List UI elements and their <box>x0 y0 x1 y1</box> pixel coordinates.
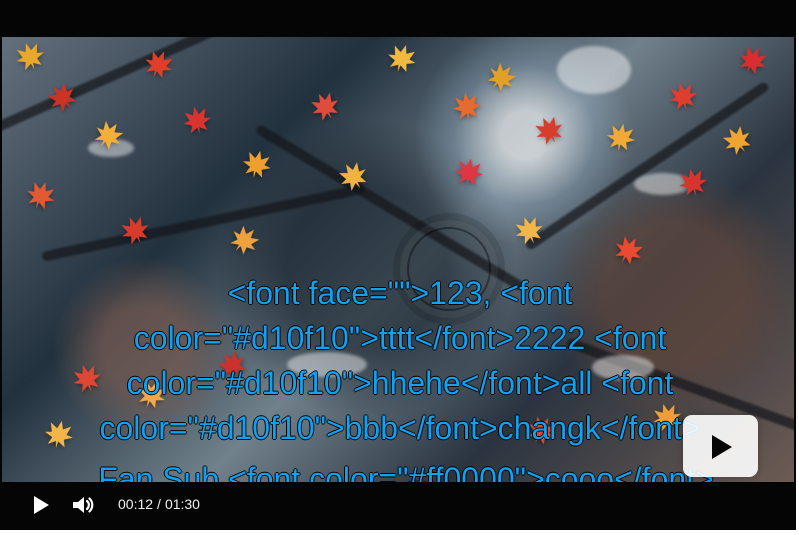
maple-leaf-icon <box>383 39 420 76</box>
background-branch <box>524 80 771 252</box>
maple-leaf-icon <box>41 76 83 118</box>
volume-button[interactable] <box>64 487 100 523</box>
maple-leaf-icon <box>510 211 548 249</box>
subtitle-main: <font face="">123, <font color="#d10f10"… <box>99 275 701 446</box>
play-button[interactable] <box>22 487 58 523</box>
maple-leaf-icon <box>11 37 49 75</box>
duration: 01:30 <box>164 496 200 512</box>
maple-leaf-icon <box>224 219 266 261</box>
light-reflection <box>557 46 631 94</box>
maple-leaf-icon <box>609 230 650 271</box>
background-branch <box>40 183 366 262</box>
play-icon <box>712 435 732 459</box>
control-bar: 00:12/01:30 <box>0 482 796 530</box>
maple-leaf-icon <box>604 120 639 155</box>
maple-leaf-icon <box>733 40 773 80</box>
maple-leaf-icon <box>450 89 484 123</box>
subtitle-fan-sub: Fan Sub <font color="#ff0000">cooo</font… <box>98 461 714 482</box>
volume-icon <box>73 497 94 513</box>
maple-leaf-icon <box>481 56 523 98</box>
maple-leaf-icon <box>716 119 758 161</box>
video-frame[interactable]: <font face="">123, <font color="#d10f10"… <box>2 37 794 482</box>
current-time: 00:12 <box>118 496 154 512</box>
maple-leaf-icon <box>305 86 345 126</box>
maple-leaf-icon <box>239 146 275 182</box>
maple-leaf-icon <box>179 102 215 138</box>
time-display: 00:12/01:30 <box>118 493 200 515</box>
video-player[interactable]: <font face="">123, <font color="#d10f10"… <box>0 0 796 530</box>
time-separator: / <box>157 496 161 512</box>
maple-leaf-icon <box>665 78 701 114</box>
maple-leaf-icon <box>22 176 60 214</box>
center-play-button[interactable] <box>683 415 758 477</box>
maple-leaf-icon <box>452 155 485 188</box>
maple-leaf-icon <box>675 164 711 200</box>
maple-leaf-icon <box>529 110 569 150</box>
play-icon <box>34 496 49 514</box>
